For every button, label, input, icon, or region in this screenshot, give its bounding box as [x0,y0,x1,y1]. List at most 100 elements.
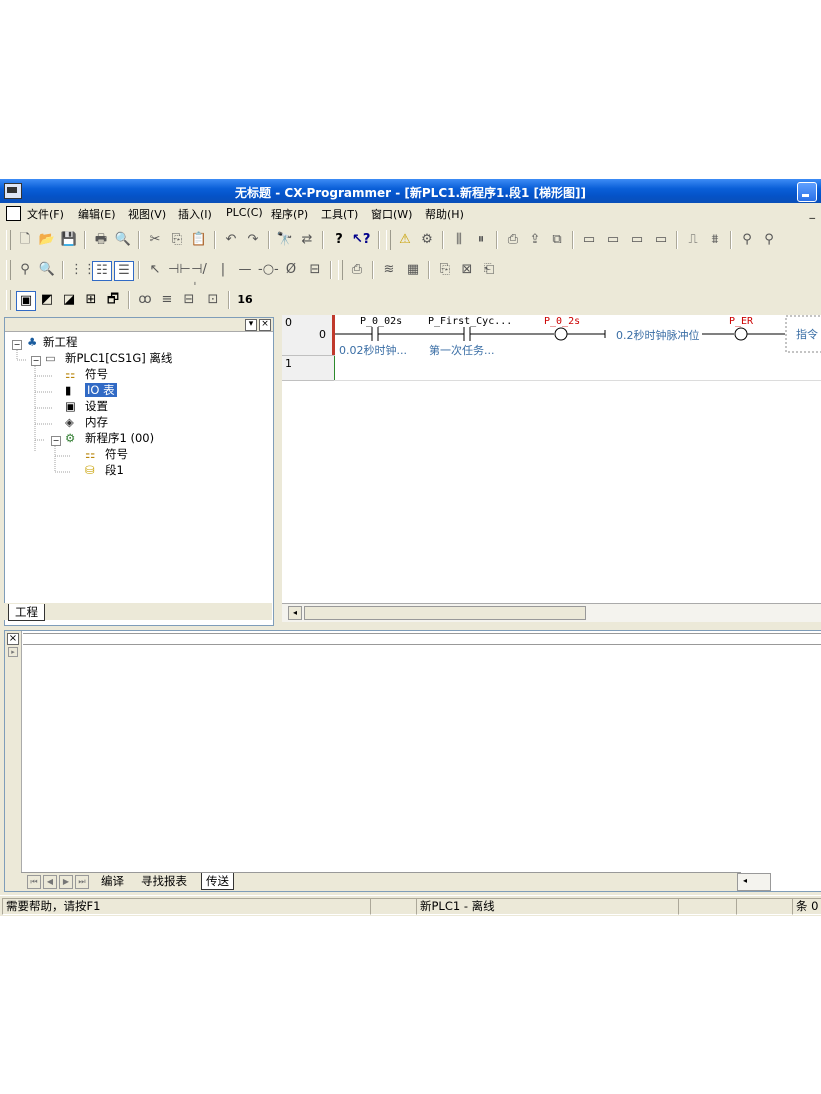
pin-icon[interactable]: ▾ [245,319,257,331]
tab-compile[interactable]: 编译 [97,873,128,889]
zoom-out-icon[interactable]: ⚲ [16,261,34,279]
force-off-icon[interactable]: ⚲ [760,231,778,249]
contact-no-icon[interactable]: ⊣⊢ [168,261,191,279]
help-icon[interactable]: ? [330,231,348,249]
menu-tools[interactable]: 工具(T) [321,206,358,222]
save-icon[interactable]: 💾 [60,231,78,249]
rung-header[interactable]: 1 [282,356,335,381]
toolbar-grip[interactable] [338,260,343,280]
print-icon[interactable]: 🖶 [92,231,110,249]
tree-item-program[interactable]: ⚙ 新程序1 (00) [65,431,154,446]
coil-name[interactable]: P_ER [729,316,753,327]
prev-tab-icon[interactable]: ◀ [43,875,57,889]
vertical-line-icon[interactable]: | [214,261,232,279]
ladder-editor[interactable]: 0 0 1 P_0_02s P_First_Cyc... P_0_2s P_ER… [282,315,821,621]
menu-plc[interactable]: PLC(C) [226,206,263,219]
online-icon[interactable]: ⚙ [418,231,436,249]
close-icon[interactable]: × [259,319,271,331]
transfer-icon[interactable]: ⎙ [504,231,522,249]
toolbar-grip[interactable] [6,290,11,310]
tab-transfer[interactable]: 传送 [201,873,234,890]
collapse-toggle[interactable]: − [51,436,61,446]
monitor-icon[interactable]: ▭ [580,231,598,249]
coil-icon[interactable]: -○- [258,261,279,279]
memory-icon[interactable]: ⊡ [204,291,222,309]
find-icon[interactable]: 🔭 [276,231,294,249]
collapse-toggle[interactable]: − [12,340,22,350]
hex-display-icon[interactable]: 16 [236,291,254,309]
online-edit-icon[interactable]: ⎙ [348,261,366,279]
cross-ref-icon[interactable]: ꝏ [136,291,154,309]
next-tab-icon[interactable]: ▶ [59,875,73,889]
menu-file[interactable]: 文件(F) [27,206,64,222]
tree-item-symbols[interactable]: ⚏ 符号 [65,367,108,382]
ladder-horizontal-scrollbar[interactable]: ◂ [282,603,821,622]
print-preview-icon[interactable]: 🔍 [114,231,132,249]
undo-icon[interactable]: ↶ [222,231,240,249]
mdi-minimize-button[interactable]: _ [810,206,816,219]
coil-name[interactable]: P_0_2s [544,316,580,327]
new-file-icon[interactable]: 🗋 [16,231,34,249]
open-folder-icon[interactable]: 📂 [38,231,56,249]
project-window-icon[interactable]: ▣ [16,291,36,311]
tree-item-settings[interactable]: ▣ 设置 [65,399,108,414]
tree-item-io-table[interactable]: ▮ IO 表 [65,383,117,398]
contact-name[interactable]: P_First_Cyc... [428,316,512,327]
close-icon[interactable]: × [7,633,19,645]
layers-icon[interactable]: ≋ [380,261,398,279]
list-toggle-icon[interactable]: ☰ [114,261,134,281]
collapse-toggle[interactable]: − [31,356,41,366]
scroll-thumb[interactable] [304,606,586,620]
edit-rung-icon[interactable]: ⎘ [436,261,454,279]
monitor-icon[interactable]: ▭ [652,231,670,249]
select-mode-icon[interactable]: ↖ [146,261,164,279]
title-bar[interactable]: 无标题 - CX-Programmer - [新PLC1.新程序1.段1 [梯形… [0,179,821,203]
output-horizontal-scrollbar[interactable]: ◂ [737,873,771,891]
menu-help[interactable]: 帮助(H) [425,206,464,222]
tree-item-plc[interactable]: ▭ 新PLC1[CS1G] 离线 [45,351,172,366]
paste-icon[interactable]: 📋 [190,231,208,249]
watch-window-icon[interactable]: ◪ [60,291,78,309]
toolbar-grip[interactable] [6,230,11,250]
replace-icon[interactable]: ⇄ [298,231,316,249]
menu-window[interactable]: 窗口(W) [371,206,412,222]
run-icon[interactable]: ⫼ [450,231,468,249]
io-table-icon[interactable]: ⊟ [180,291,198,309]
coil-nc-icon[interactable]: Ø [282,261,300,279]
force-on-icon[interactable]: ⚲ [738,231,756,249]
calendar-icon[interactable]: ▦ [404,261,422,279]
monitor-icon[interactable]: ▭ [604,231,622,249]
tree-item-memory[interactable]: ◈ 内存 [65,415,108,430]
compare-icon[interactable]: ⧉ [548,231,566,249]
project-workspace[interactable]: ▾ × − ♣ 新工程 − ▭ 新PLC1[CS1G] 离线 ⚏ 符号 ▮ IO… [4,317,274,626]
menu-edit[interactable]: 编辑(E) [78,206,116,222]
instruction-label[interactable]: 指令 [796,326,818,342]
grid-icon[interactable]: ⋮⋮ [70,261,96,279]
monitor-icon[interactable]: ▭ [628,231,646,249]
send-edit-icon[interactable]: ⎗ [480,261,498,279]
cancel-edit-icon[interactable]: ⊠ [458,261,476,279]
upload-icon[interactable]: ⇪ [526,231,544,249]
copy-icon[interactable]: ⎘ [168,231,186,249]
last-tab-icon[interactable]: ⏭ [75,875,89,889]
pause-icon[interactable]: ⏸ [472,231,490,249]
document-icon[interactable] [6,206,21,221]
first-tab-icon[interactable]: ⏮ [27,875,41,889]
instruction-icon[interactable]: ⊟ [306,261,324,279]
zoom-in-icon[interactable]: 🔍 [38,261,56,279]
tree-item-section[interactable]: ⛁ 段1 [85,463,124,478]
context-help-icon[interactable]: ↖? [352,231,370,249]
properties-icon[interactable]: 🗗 [104,291,122,309]
tree-item-program-symbols[interactable]: ⚏ 符号 [85,447,128,462]
contact-name[interactable]: P_0_02s [360,316,402,327]
tab-project[interactable]: 工程 [8,604,45,621]
toolbar-grip[interactable] [386,230,391,250]
output-window-icon[interactable]: ◩ [38,291,56,309]
cut-icon[interactable]: ✂ [146,231,164,249]
contact-nc-icon[interactable]: ⊣/⊢ [190,261,208,295]
output-window[interactable]: × ▸ ⏮ ◀ ▶ ⏭ 编译 寻找报表 传送 ◂ [4,630,821,892]
toolbar-grip[interactable] [6,260,11,280]
differential-icon[interactable]: ⎍ [684,231,702,249]
horizontal-line-icon[interactable]: — [236,261,254,279]
menu-insert[interactable]: 插入(I) [178,206,212,222]
